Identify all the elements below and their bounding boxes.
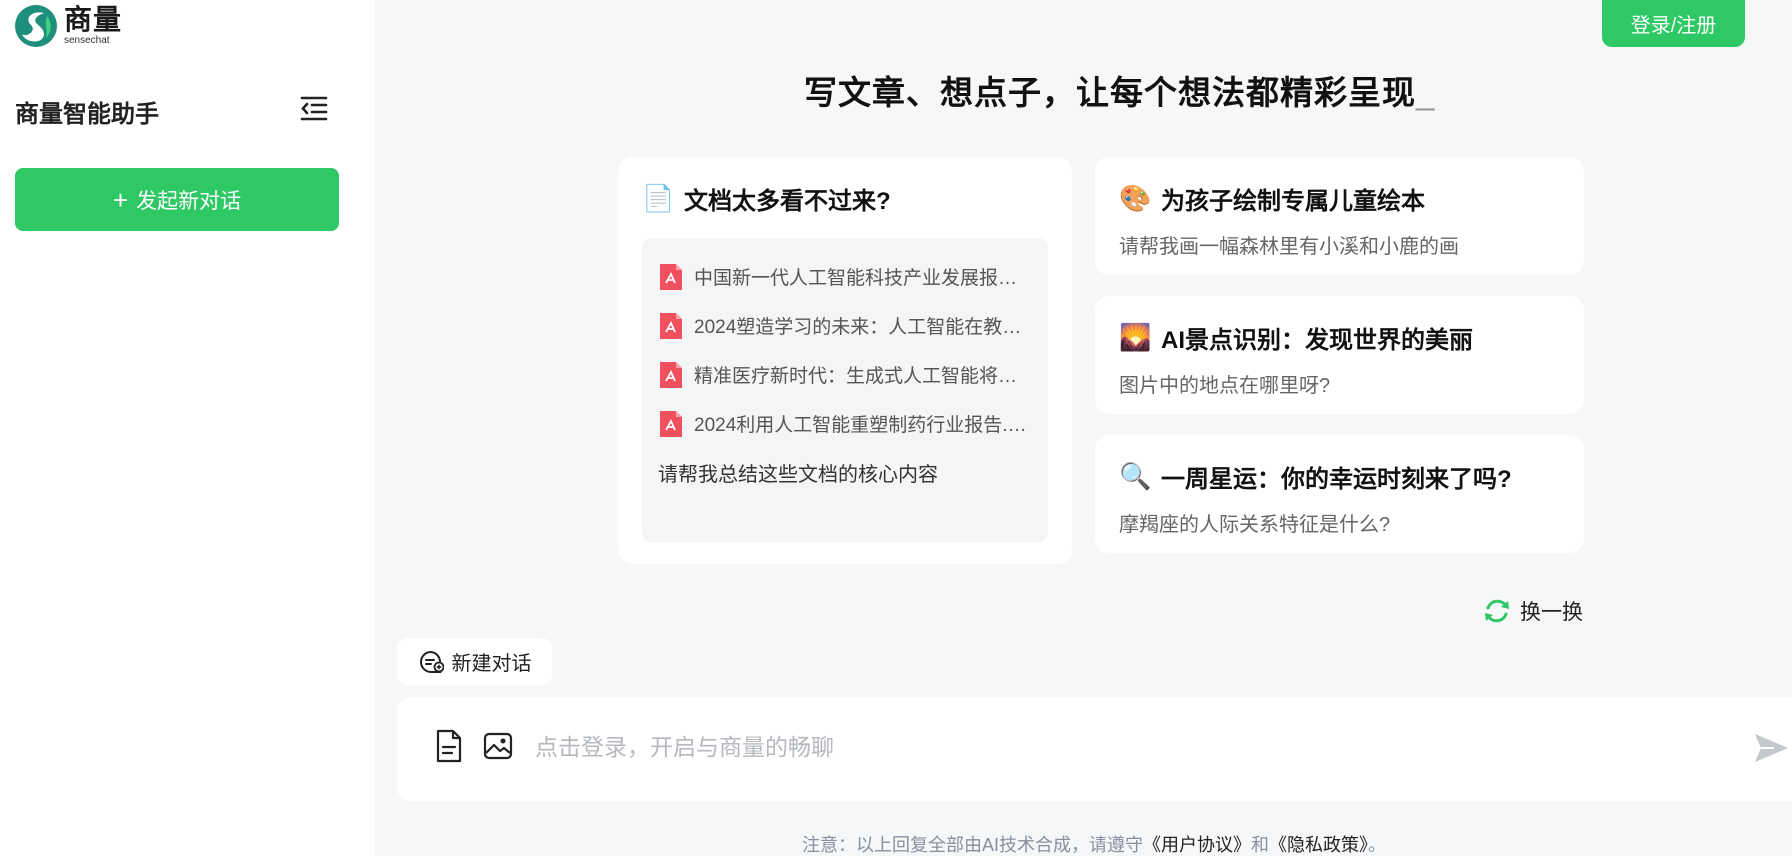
doc-file-item[interactable]: 中国新一代人工智能科技产业发展报告... <box>658 252 1032 301</box>
headline-text: 写文章、想点子，让每个想法都精彩呈现 <box>804 74 1416 111</box>
pdf-icon <box>660 263 682 290</box>
doc-file-name: 中国新一代人工智能科技产业发展报告... <box>694 268 1032 289</box>
suggestion-card-subtitle: 请帮我画一幅森林里有小溪和小鹿的画 <box>1119 236 1459 258</box>
suggestion-card-title: 一周星运：你的幸运时刻来了吗? <box>1161 466 1512 493</box>
doc-file-item[interactable]: 2024利用人工智能重塑制药行业报告.pdf <box>658 399 1032 448</box>
suggestion-card-title: 为孩子绘制专属儿童绘本 <box>1161 188 1425 215</box>
collapse-sidebar-icon[interactable] <box>298 92 330 124</box>
suggestion-card-title: AI景点识别：发现世界的美丽 <box>1161 327 1473 354</box>
page-headline: 写文章、想点子，让每个想法都精彩呈现_ <box>804 66 1435 114</box>
palette-icon: 🎨 <box>1119 183 1152 213</box>
suggestion-card-picture-book[interactable]: 🎨 为孩子绘制专属儿童绘本 请帮我画一幅森林里有小溪和小鹿的画 <box>1095 157 1584 275</box>
legal-and: 和 <box>1251 835 1270 855</box>
refresh-icon <box>1485 599 1509 623</box>
document-summary-card[interactable]: 📄 文档太多看不过来? 中国新一代人工智能科技产业发展报告... 2024塑造学… <box>618 157 1072 564</box>
doc-file-item[interactable]: 精准医疗新时代：生成式人工智能将产... <box>658 350 1032 399</box>
doc-card-title: 文档太多看不过来? <box>684 188 891 215</box>
doc-file-name: 精准医疗新时代：生成式人工智能将产... <box>694 366 1032 387</box>
doc-file-item[interactable]: 2024塑造学习的未来：人工智能在教育4... <box>658 301 1032 350</box>
doc-card-prompt: 请帮我总结这些文档的核心内容 <box>658 464 938 486</box>
send-icon[interactable] <box>1752 729 1790 767</box>
new-conversation-button[interactable]: + 发起新对话 <box>15 168 339 231</box>
upload-document-icon[interactable] <box>435 729 463 763</box>
legal-end: 。 <box>1368 835 1387 855</box>
suggestion-card-horoscope[interactable]: 🔍 一周星运：你的幸运时刻来了吗? 摩羯座的人际关系特征是什么? <box>1095 435 1584 553</box>
magnifier-icon: 🔍 <box>1119 461 1152 491</box>
doc-file-list: 中国新一代人工智能科技产业发展报告... 2024塑造学习的未来：人工智能在教育… <box>642 238 1048 542</box>
legal-notice-text: 注意：以上回复全部由AI技术合成，请遵守 <box>802 835 1144 855</box>
legal-notice: 注意：以上回复全部由AI技术合成，请遵守《用户协议》和《隐私政策》。 <box>802 831 1386 856</box>
document-icon: 📄 <box>642 183 675 213</box>
chat-plus-icon <box>419 650 444 673</box>
chat-input[interactable] <box>535 727 1635 767</box>
brand-name-cn: 商量 <box>64 4 123 35</box>
sunrise-icon: 🌄 <box>1119 322 1152 352</box>
typing-cursor: _ <box>1416 74 1436 111</box>
brand-name-en: sensechat <box>64 35 110 46</box>
plus-icon: + <box>112 184 129 215</box>
suggestion-card-landmark[interactable]: 🌄 AI景点识别：发现世界的美丽 图片中的地点在哪里呀? <box>1095 296 1584 414</box>
sidebar-title: 商量智能助手 <box>15 101 159 128</box>
privacy-policy-link[interactable]: 《隐私政策》 <box>1269 835 1368 855</box>
user-agreement-link[interactable]: 《用户协议》 <box>1143 835 1251 855</box>
sidebar: 商量 sensechat 商量智能助手 + 发起新对话 <box>0 0 375 856</box>
suggestion-card-subtitle: 图片中的地点在哪里呀? <box>1119 375 1331 397</box>
sensechat-logo-icon <box>15 5 57 47</box>
new-chat-chip[interactable]: 新建对话 <box>397 638 552 685</box>
pdf-icon <box>660 410 682 437</box>
doc-file-name: 2024利用人工智能重塑制药行业报告.pdf <box>694 415 1032 436</box>
login-register-button[interactable]: 登录/注册 <box>1602 0 1745 47</box>
new-chat-chip-label: 新建对话 <box>451 653 532 675</box>
pdf-icon <box>660 312 682 339</box>
composer <box>397 697 1792 801</box>
doc-file-name: 2024塑造学习的未来：人工智能在教育4... <box>694 317 1032 338</box>
pdf-icon <box>660 361 682 388</box>
brand-logo[interactable]: 商量 sensechat <box>14 4 122 48</box>
new-conversation-label: 发起新对话 <box>136 189 242 213</box>
refresh-label: 换一换 <box>1520 601 1583 624</box>
refresh-suggestions-button[interactable]: 换一换 <box>1482 596 1583 626</box>
suggestion-card-subtitle: 摩羯座的人际关系特征是什么? <box>1119 514 1391 536</box>
upload-image-icon[interactable] <box>483 731 513 761</box>
